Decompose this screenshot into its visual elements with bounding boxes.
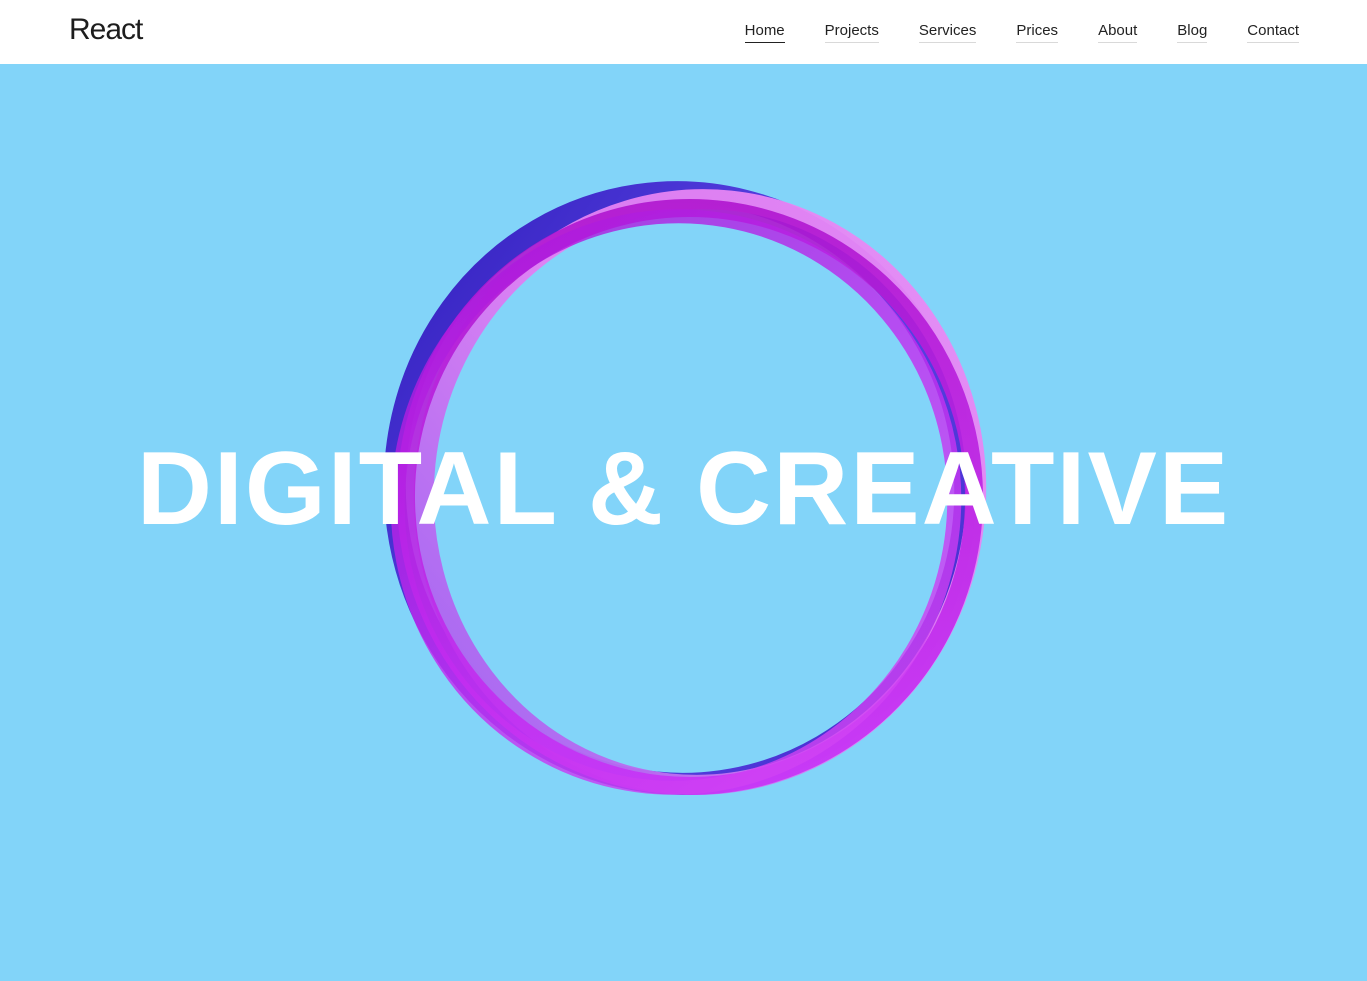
nav-link-projects[interactable]: Projects	[824, 22, 879, 43]
nav-link-contact[interactable]: Contact	[1247, 22, 1299, 43]
main-nav: Home Projects Services Prices About Blog…	[705, 0, 1299, 64]
nav-link-home[interactable]: Home	[744, 22, 785, 43]
hero-title: DIGITAL & CREATIVE	[136, 431, 1231, 547]
site-header: React Home Projects Services Prices Abou…	[0, 0, 1367, 64]
nav-link-about[interactable]: About	[1098, 22, 1138, 43]
hero-section: DIGITAL & CREATIVE	[0, 64, 1367, 981]
nav-link-services[interactable]: Services	[918, 22, 977, 43]
nav-link-prices[interactable]: Prices	[1016, 22, 1059, 43]
site-logo[interactable]: React	[69, 13, 143, 47]
nav-link-blog[interactable]: Blog	[1177, 22, 1208, 43]
